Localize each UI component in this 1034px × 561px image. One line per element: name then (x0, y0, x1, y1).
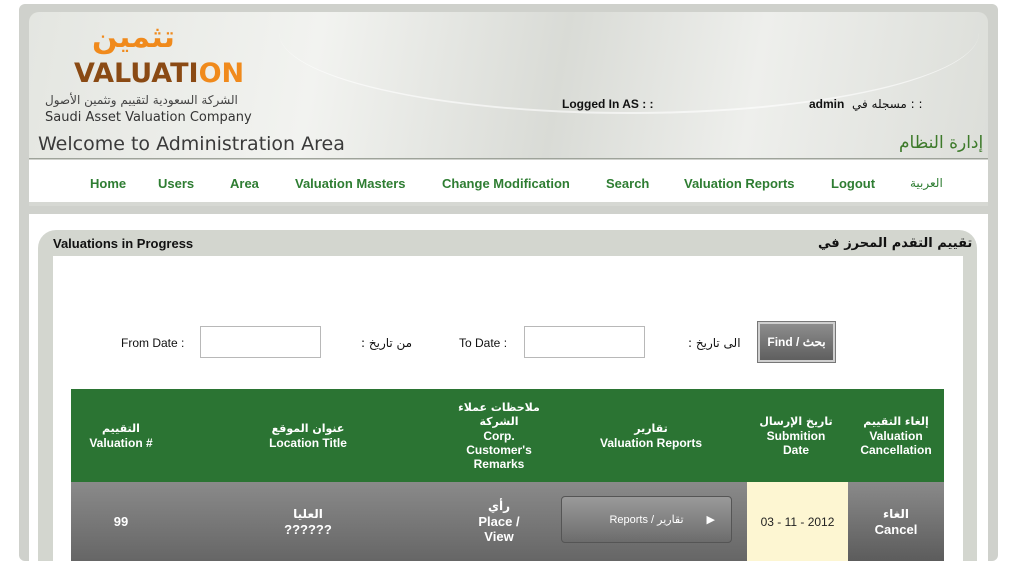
header-submission-date: تاريخ الإرسال Submition Date (759, 414, 833, 457)
cell-valuation-number: 99 (113, 514, 129, 529)
nav-search[interactable]: Search (606, 176, 649, 191)
cancel-label: الغاء Cancel (874, 506, 918, 537)
nav-valuation-reports[interactable]: Valuation Reports (684, 176, 795, 191)
nav-home[interactable]: Home (90, 176, 126, 191)
cell-customer-remarks[interactable]: رأي Place / View (455, 482, 543, 561)
panel-title: Valuations in Progress (53, 236, 194, 251)
logged-in-label-arabic: : : مسجله في (852, 97, 923, 111)
nav-change-modification[interactable]: Change Modification (442, 176, 570, 191)
company-name-arabic: الشركة السعودية لتقييم وتثمين الأصول (45, 93, 238, 107)
to-date-input[interactable] (524, 326, 645, 358)
page-title: Welcome to Administration Area (38, 133, 345, 155)
panel-title-arabic: تقييم التقدم المحرز في (818, 236, 973, 251)
cancel-valuation-button[interactable]: الغاء Cancel (848, 482, 944, 561)
current-user: admin (809, 97, 845, 111)
company-name-english: Saudi Asset Valuation Company (45, 110, 252, 125)
header-valuation-number: التقييم Valuation # (89, 421, 153, 450)
from-date-input[interactable] (200, 326, 321, 358)
table-header: التقييم Valuation # عنوان الموقع Location … (71, 389, 944, 482)
cell-location-title: العليا?????? (284, 506, 332, 537)
from-date-label-arabic: من تاريخ : (361, 336, 413, 350)
logo-english: VALUATION (74, 58, 245, 89)
cell-submission-date: 03 - 11 - 2012 (747, 482, 848, 561)
logo-arabic: تثمين (92, 20, 175, 55)
page-title-arabic: إدارة النظام (899, 133, 984, 153)
to-date-label-arabic: الى تاريخ : (688, 336, 741, 350)
header-location-title: عنوان الموقع Location Title (269, 421, 347, 450)
nav-users[interactable]: Users (158, 176, 194, 191)
header-customer-remarks: ملاحظات عملاء الشركة Corp. Customer's Rem… (458, 400, 540, 471)
nav-area[interactable]: Area (230, 176, 259, 191)
nav-language-arabic[interactable]: العربية (910, 176, 943, 190)
nav-logout[interactable]: Logout (831, 176, 875, 191)
header-valuation-reports: تقارير Valuation Reports (599, 421, 703, 450)
to-date-label: To Date : (459, 336, 508, 350)
play-icon: ▶ (706, 514, 715, 526)
logged-in-label: Logged In AS : : (562, 97, 654, 111)
nav-valuation-masters[interactable]: Valuation Masters (295, 176, 406, 191)
main-nav: Home Users Area Valuation Masters Change… (29, 160, 988, 206)
from-date-label: From Date : (121, 336, 185, 350)
find-button[interactable]: Find / بحث (757, 321, 836, 363)
reports-button[interactable]: Reports / تقارير ▶ (561, 496, 732, 543)
header-valuation-cancellation: إلغاء التقييم Valuation Cancellation (860, 414, 932, 457)
